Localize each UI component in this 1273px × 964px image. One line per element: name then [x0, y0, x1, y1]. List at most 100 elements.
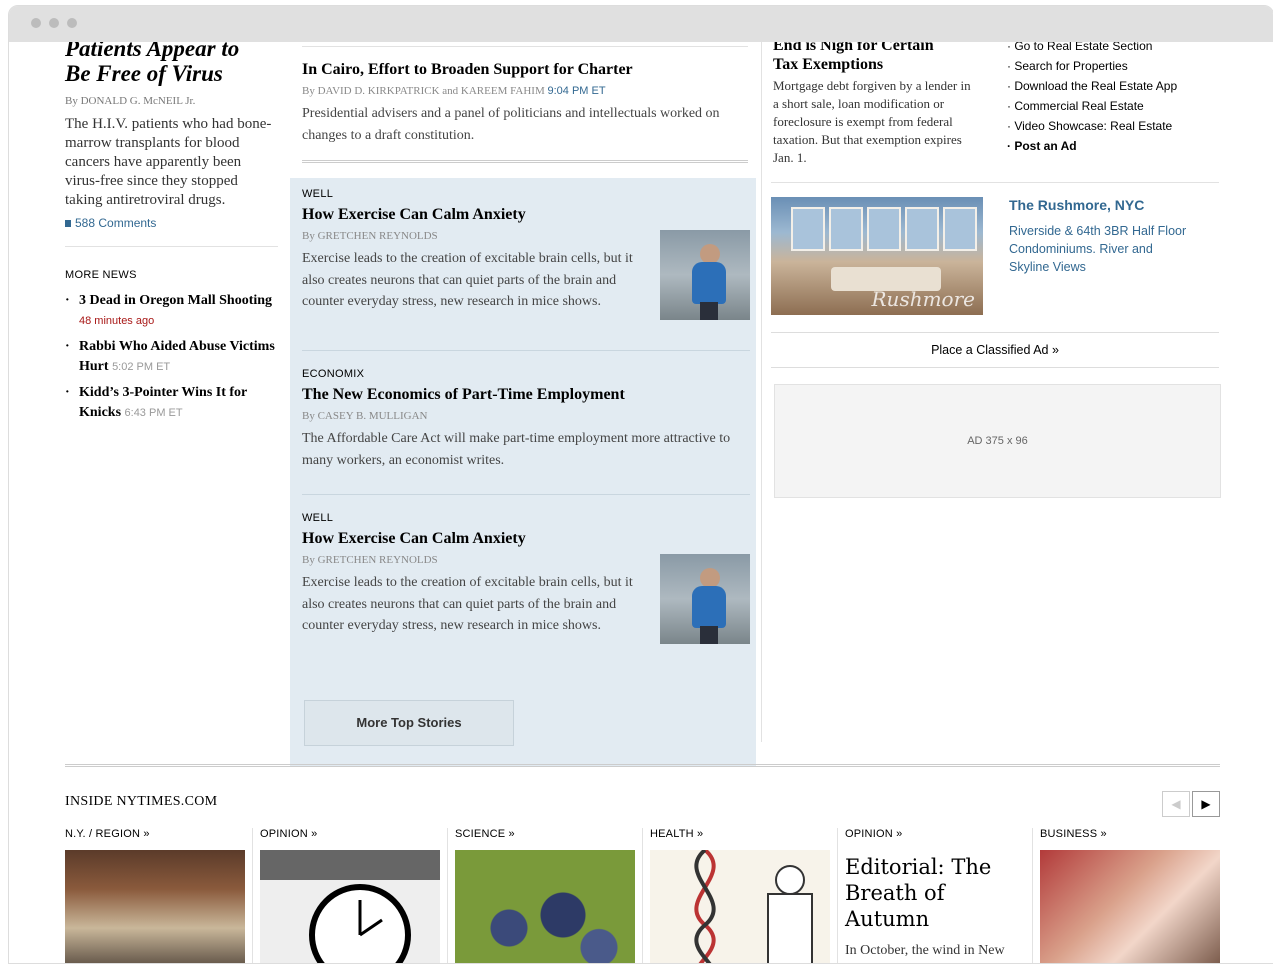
more-news-time: 48 minutes ago [79, 315, 155, 327]
comments-count[interactable]: 588 Comments [75, 216, 156, 230]
section-label[interactable]: OPINION » [260, 828, 440, 848]
divider [302, 350, 750, 351]
story-economix: ECONOMIX The New Economics of Part-Time … [302, 368, 750, 471]
byline-name: CASEY B. MULLIGAN [317, 410, 428, 422]
re-headline-line-2[interactable]: Tax Exemptions [773, 55, 993, 74]
inside-nytimes-section: INSIDE NYTIMES.COM ◀ ▶ N.Y. / REGION » OP… [65, 764, 1220, 963]
link-real-estate-section[interactable]: Go to Real Estate Section [1007, 42, 1177, 56]
editorial-headline[interactable]: Editorial: The Breath of Autumn [845, 854, 1025, 932]
opinion-clock-image[interactable] [260, 850, 440, 963]
carousel-arrows: ◀ ▶ [1160, 791, 1220, 817]
story-headline[interactable]: How Exercise Can Calm Anxiety [302, 528, 750, 550]
byline-prefix: By [302, 410, 315, 422]
story-summary: Exercise leads to the creation of excita… [302, 251, 633, 309]
prev-arrow-icon[interactable]: ◀ [1162, 791, 1190, 817]
real-estate-links: Go to Real Estate Section Search for Pro… [1007, 42, 1177, 156]
window-minimize-dot[interactable] [49, 18, 59, 28]
story-kicker[interactable]: WELL [302, 188, 750, 200]
story-kicker[interactable]: WELL [302, 512, 750, 524]
ny-region-image[interactable] [65, 850, 245, 963]
real-estate-story: End is Nigh for Certain Tax Exemptions M… [773, 42, 993, 167]
business-image[interactable] [1040, 850, 1220, 963]
more-news-title[interactable]: 3 Dead in Oregon Mall Shooting [79, 293, 272, 308]
lead-summary: The H.I.V. patients who had bone-marrow … [65, 116, 272, 208]
inside-nytimes-title: INSIDE NYTIMES.COM [65, 794, 218, 809]
top-story: In Cairo, Effort to Broaden Support for … [302, 42, 748, 163]
dna-illustration [694, 850, 813, 963]
section-label[interactable]: BUSINESS » [1040, 828, 1220, 848]
story-thumbnail[interactable] [660, 230, 750, 320]
story-summary: The Affordable Care Act will make part-t… [302, 431, 731, 468]
inside-col-health: HEALTH » [642, 828, 830, 963]
more-news-title[interactable]: Rabbi Who Aided Abuse Victims Hurt [79, 339, 275, 374]
section-label[interactable]: HEALTH » [650, 828, 830, 848]
window-titlebar [9, 6, 1273, 42]
more-news-list: 3 Dead in Oregon Mall Shooting 48 minute… [65, 291, 278, 423]
listing-logo: Rushmore [871, 287, 976, 311]
lead-headline-line-1[interactable]: Patients Appear to [65, 42, 278, 61]
inside-col-ny-region: N.Y. / REGION » [65, 828, 245, 963]
browser-window: Patients Appear to Be Free of Virus By D… [8, 5, 1273, 964]
divider [65, 246, 278, 247]
byline-prefix: By [302, 554, 315, 566]
section-label[interactable]: SCIENCE » [455, 828, 635, 848]
story-headline[interactable]: How Exercise Can Calm Anxiety [302, 204, 750, 226]
divider [302, 494, 750, 495]
comment-icon [65, 220, 71, 228]
window-maximize-dot[interactable] [67, 18, 77, 28]
divider [771, 182, 1219, 183]
blueberries-image[interactable] [455, 850, 635, 963]
byline-names: DAVID D. KIRKPATRICK and KAREEM FAHIM [317, 85, 545, 97]
listing-title[interactable]: The Rushmore, NYC [1009, 197, 1144, 213]
link-commercial-real-estate[interactable]: Commercial Real Estate [1007, 96, 1177, 116]
top-story-headline[interactable]: In Cairo, Effort to Broaden Support for … [302, 61, 748, 79]
link-search-properties[interactable]: Search for Properties [1007, 56, 1177, 76]
top-story-summary: Presidential advisers and a panel of pol… [302, 106, 720, 143]
next-arrow-icon[interactable]: ▶ [1192, 791, 1220, 817]
more-news-item[interactable]: Kidd’s 3-Pointer Wins It for Knicks 6:43… [65, 383, 278, 423]
section-label[interactable]: N.Y. / REGION » [65, 828, 245, 848]
lead-headline-line-2[interactable]: Be Free of Virus [65, 61, 278, 86]
ad-placeholder[interactable]: AD 375 x 96 [774, 384, 1221, 498]
comments-link[interactable]: 588 Comments [65, 216, 278, 230]
column-divider [761, 42, 762, 742]
byline-name: GRETCHEN REYNOLDS [317, 554, 438, 566]
more-news-item[interactable]: 3 Dead in Oregon Mall Shooting 48 minute… [65, 291, 278, 331]
byline-prefix: By [302, 230, 315, 242]
byline-name: GRETCHEN REYNOLDS [317, 230, 438, 242]
lead-byline: By DONALD G. McNEIL Jr. [65, 95, 196, 107]
re-summary: Mortgage debt forgiven by a lender in a … [773, 78, 971, 165]
link-post-ad[interactable]: Post an Ad [1007, 136, 1177, 156]
window-close-dot[interactable] [31, 18, 41, 28]
lead-headline[interactable]: Patients Appear to Be Free of Virus [65, 42, 278, 86]
re-headline-line-1[interactable]: End is Nigh for Certain [773, 42, 993, 55]
editorial-summary: In October, the wind in New York is stil… [845, 943, 1005, 958]
divider [302, 46, 748, 47]
link-download-app[interactable]: Download the Real Estate App [1007, 76, 1177, 96]
story-kicker[interactable]: ECONOMIX [302, 368, 750, 380]
place-classified-ad-link[interactable]: Place a Classified Ad » [771, 332, 1219, 368]
story-well-1: WELL How Exercise Can Calm Anxiety By GR… [302, 188, 750, 320]
more-top-stories-button[interactable]: More Top Stories [304, 700, 514, 746]
more-news-label: MORE NEWS [65, 269, 137, 281]
inside-col-science: SCIENCE » [447, 828, 635, 963]
byline-prefix: By [302, 85, 315, 97]
inside-col-business: BUSINESS » [1032, 828, 1220, 963]
story-headline[interactable]: The New Economics of Part-Time Employmen… [302, 384, 750, 406]
section-label[interactable]: OPINION » [845, 828, 1025, 848]
middle-column: In Cairo, Effort to Broaden Support for … [290, 42, 756, 766]
story-well-2: WELL How Exercise Can Calm Anxiety By GR… [302, 512, 750, 644]
story-thumbnail[interactable] [660, 554, 750, 644]
left-column: Patients Appear to Be Free of Virus By D… [65, 42, 278, 429]
story-summary: Exercise leads to the creation of excita… [302, 575, 633, 633]
link-video-showcase[interactable]: Video Showcase: Real Estate [1007, 116, 1177, 136]
top-stories-panel: WELL How Exercise Can Calm Anxiety By GR… [290, 178, 756, 766]
more-news-item[interactable]: Rabbi Who Aided Abuse Victims Hurt 5:02 … [65, 337, 278, 377]
page-content: Patients Appear to Be Free of Virus By D… [9, 42, 1273, 963]
section-divider [65, 764, 1220, 767]
top-story-byline: By DAVID D. KIRKPATRICK and KAREEM FAHIM… [302, 85, 748, 97]
listing-description[interactable]: Riverside & 64th 3BR Half Floor Condomin… [1009, 222, 1189, 276]
dna-illustration-image[interactable] [650, 850, 830, 963]
listing-image[interactable]: Rushmore [771, 197, 983, 315]
story-byline: By CASEY B. MULLIGAN [302, 410, 750, 422]
